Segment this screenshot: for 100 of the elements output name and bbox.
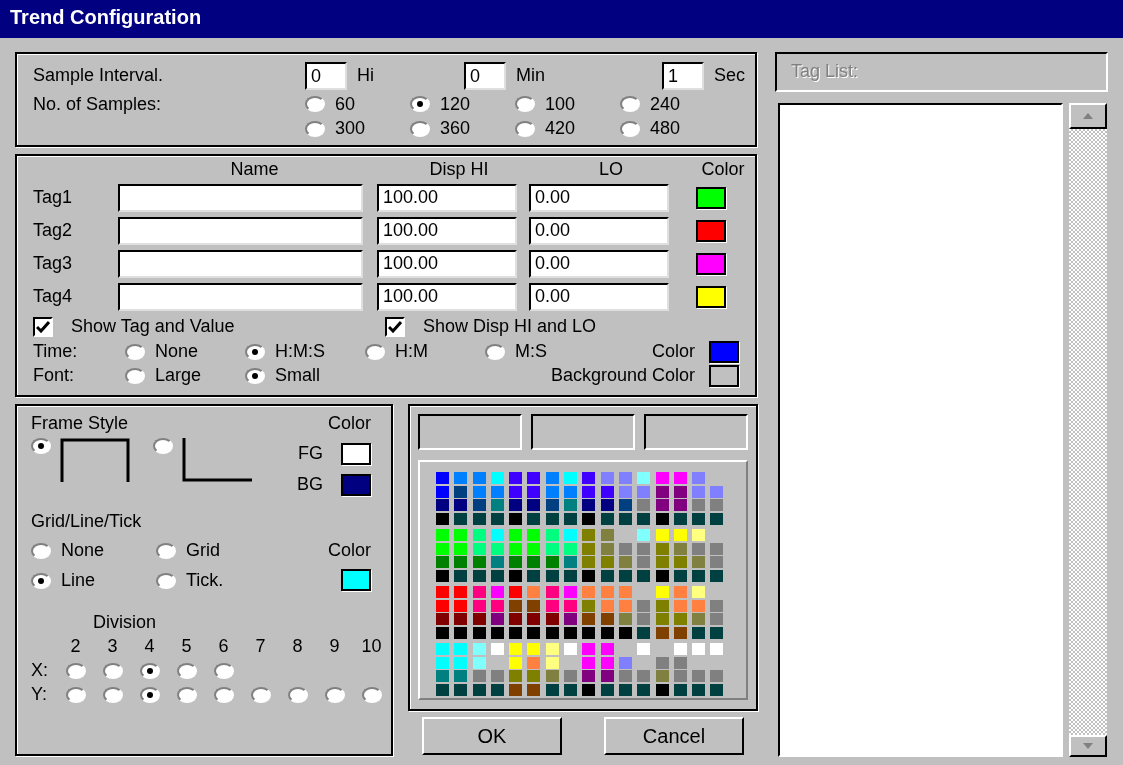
radio-button[interactable] <box>620 96 640 113</box>
color-swatch[interactable] <box>564 556 578 568</box>
color-swatch[interactable] <box>490 586 504 598</box>
radio-button[interactable] <box>213 686 234 703</box>
color-swatch[interactable] <box>709 341 739 363</box>
color-swatch[interactable] <box>637 670 651 682</box>
radio-button[interactable] <box>65 686 86 703</box>
color-swatch[interactable] <box>527 499 541 511</box>
color-swatch[interactable] <box>637 472 651 484</box>
color-swatch[interactable] <box>637 499 651 511</box>
color-swatch[interactable] <box>692 626 706 639</box>
color-swatch[interactable] <box>509 569 523 582</box>
color-swatch[interactable] <box>490 613 504 625</box>
radio-button[interactable] <box>250 686 271 703</box>
color-swatch[interactable] <box>564 499 578 511</box>
input-field[interactable]: 100.00 <box>377 216 517 245</box>
color-swatch[interactable] <box>618 656 632 669</box>
color-swatch[interactable] <box>600 613 614 625</box>
radio-button[interactable] <box>156 542 176 559</box>
color-swatch[interactable] <box>509 643 523 655</box>
color-swatch[interactable] <box>527 529 541 541</box>
color-swatch[interactable] <box>582 643 596 655</box>
color-swatch[interactable] <box>564 512 578 525</box>
color-swatch[interactable] <box>582 670 596 682</box>
color-swatch[interactable] <box>696 285 726 308</box>
color-swatch[interactable] <box>655 485 669 498</box>
radio-button[interactable] <box>305 120 325 137</box>
color-swatch[interactable] <box>564 670 578 682</box>
color-swatch[interactable] <box>509 613 523 625</box>
color-swatch[interactable] <box>582 512 596 525</box>
color-swatch[interactable] <box>710 643 724 655</box>
color-swatch[interactable] <box>509 586 523 598</box>
radio-button[interactable] <box>125 368 145 384</box>
color-swatch[interactable] <box>710 599 724 612</box>
input-field[interactable] <box>118 216 363 245</box>
color-swatch[interactable] <box>472 529 486 541</box>
color-swatch[interactable] <box>454 599 468 612</box>
color-swatch[interactable] <box>490 683 504 696</box>
input-field[interactable]: 0 <box>305 62 347 90</box>
color-swatch[interactable] <box>472 626 486 639</box>
radio-button[interactable] <box>102 662 123 679</box>
color-swatch[interactable] <box>710 626 724 639</box>
radio-button[interactable] <box>31 573 51 590</box>
color-swatch[interactable] <box>673 512 687 525</box>
color-swatch[interactable] <box>582 485 596 498</box>
color-swatch[interactable] <box>673 613 687 625</box>
radio-button[interactable] <box>153 438 173 455</box>
color-swatch[interactable] <box>673 556 687 568</box>
scroll-down-button[interactable] <box>1069 735 1107 757</box>
color-swatch[interactable] <box>696 252 726 275</box>
color-swatch[interactable] <box>509 599 523 612</box>
color-swatch[interactable] <box>600 626 614 639</box>
color-swatch[interactable] <box>436 586 449 598</box>
color-swatch[interactable] <box>600 556 614 568</box>
color-swatch[interactable] <box>454 683 468 696</box>
color-swatch[interactable] <box>692 499 706 511</box>
color-swatch[interactable] <box>710 670 724 682</box>
color-swatch[interactable] <box>692 599 706 612</box>
color-swatch[interactable] <box>618 626 632 639</box>
color-swatch[interactable] <box>545 599 559 612</box>
color-swatch[interactable] <box>618 542 632 555</box>
color-swatch[interactable] <box>710 512 724 525</box>
color-swatch[interactable] <box>509 683 523 696</box>
color-swatch[interactable] <box>436 656 449 669</box>
radio-button[interactable] <box>410 96 430 113</box>
color-swatch[interactable] <box>692 670 706 682</box>
color-swatch[interactable] <box>618 485 632 498</box>
ok-button[interactable]: OK <box>422 717 562 755</box>
input-field[interactable]: 0.00 <box>529 183 669 212</box>
radio-button[interactable] <box>305 96 325 113</box>
color-swatch[interactable] <box>545 472 559 484</box>
color-swatch[interactable] <box>509 656 523 669</box>
color-swatch[interactable] <box>490 542 504 555</box>
color-swatch[interactable] <box>527 485 541 498</box>
color-swatch[interactable] <box>618 613 632 625</box>
color-swatch[interactable] <box>692 569 706 582</box>
color-swatch[interactable] <box>710 499 724 511</box>
color-swatch[interactable] <box>692 485 706 498</box>
color-swatch[interactable] <box>600 542 614 555</box>
color-swatch[interactable] <box>509 529 523 541</box>
color-swatch[interactable] <box>582 542 596 555</box>
color-swatch[interactable] <box>582 472 596 484</box>
color-swatch[interactable] <box>673 529 687 541</box>
color-swatch[interactable] <box>527 683 541 696</box>
color-swatch[interactable] <box>582 626 596 639</box>
color-swatch[interactable] <box>564 569 578 582</box>
color-swatch[interactable] <box>436 529 449 541</box>
color-swatch[interactable] <box>618 569 632 582</box>
color-swatch[interactable] <box>454 529 468 541</box>
color-swatch[interactable] <box>637 485 651 498</box>
color-swatch[interactable] <box>454 512 468 525</box>
color-swatch[interactable] <box>582 499 596 511</box>
radio-button[interactable] <box>139 686 160 703</box>
color-swatch[interactable] <box>655 683 669 696</box>
color-swatch[interactable] <box>600 569 614 582</box>
color-swatch[interactable] <box>655 556 669 568</box>
color-swatch[interactable] <box>618 599 632 612</box>
color-swatch[interactable] <box>582 586 596 598</box>
color-swatch[interactable] <box>545 656 559 669</box>
color-swatch[interactable] <box>618 683 632 696</box>
